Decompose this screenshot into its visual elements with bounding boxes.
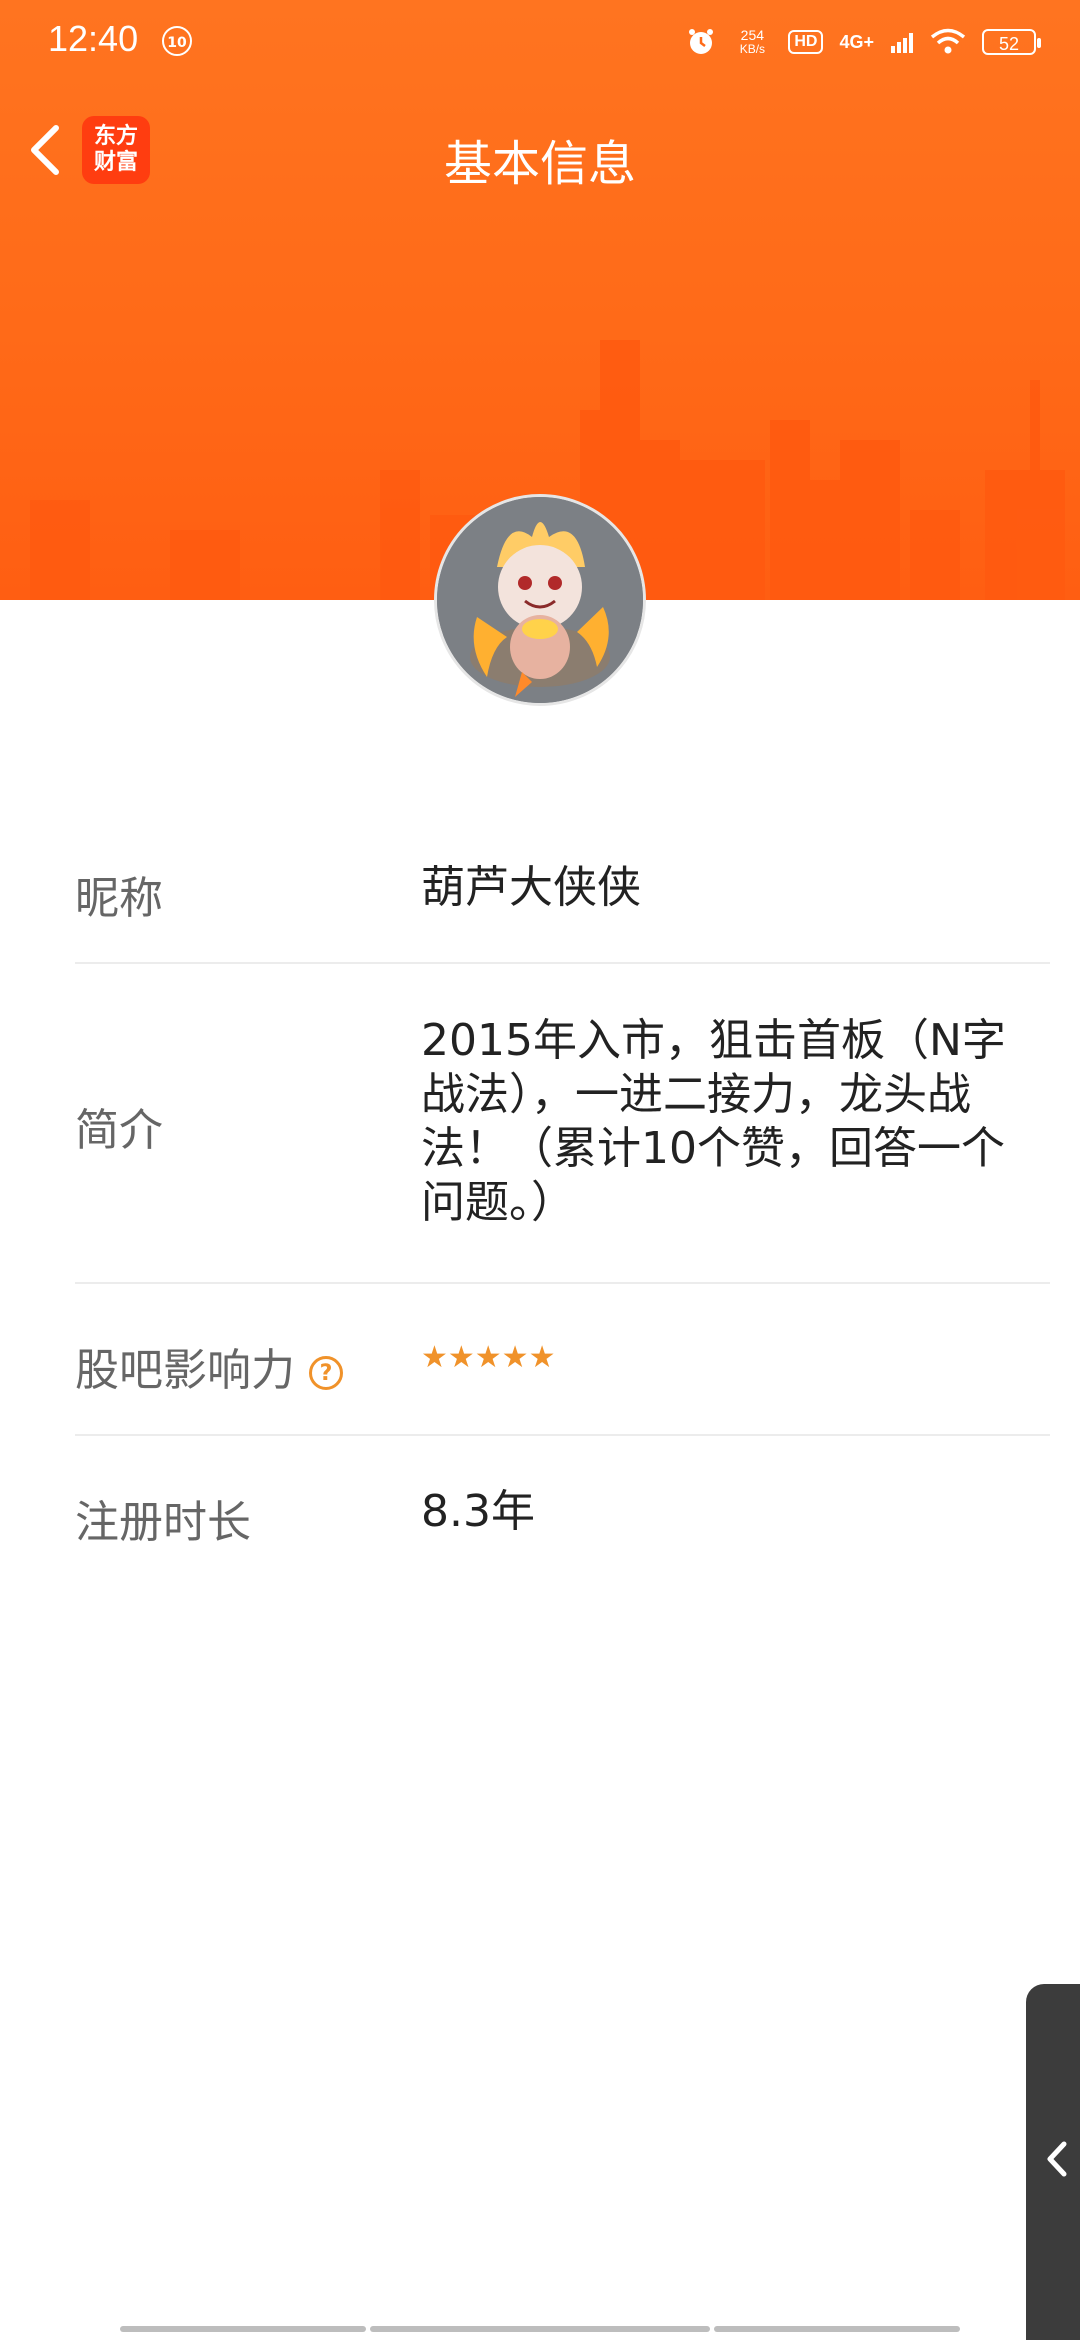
info-row-nickname: 昵称 葫芦大侠侠 bbox=[75, 820, 1050, 964]
chevron-left-icon bbox=[1047, 2141, 1067, 2177]
hd-badge: HD bbox=[788, 30, 824, 54]
gesture-bar-right bbox=[714, 2326, 960, 2332]
signal-bars-icon bbox=[891, 33, 913, 53]
network-speed: 254 KB/s bbox=[732, 28, 772, 56]
network-speed-value: 254 bbox=[740, 27, 765, 43]
help-question-icon[interactable]: ? bbox=[309, 1356, 343, 1390]
influence-label-wrap: 股吧影响力? bbox=[75, 1334, 343, 1398]
avatar[interactable] bbox=[434, 494, 646, 706]
nickname-value: 葫芦大侠侠 bbox=[421, 862, 641, 913]
nav-bar: 东方 财富 基本信息 bbox=[0, 110, 1080, 192]
avatar-image bbox=[437, 497, 643, 703]
network-speed-unit: KB/s bbox=[739, 42, 766, 56]
battery-indicator: 52 bbox=[982, 29, 1041, 55]
influence-label: 股吧影响力 bbox=[75, 1345, 295, 1396]
nickname-label: 昵称 bbox=[75, 873, 163, 924]
side-drawer-handle[interactable] bbox=[1026, 1984, 1080, 2340]
wifi-icon bbox=[930, 28, 966, 54]
info-row-influence: 股吧影响力? ★★★★★ bbox=[75, 1284, 1050, 1436]
alarm-clock-icon bbox=[689, 29, 714, 54]
bio-value: 2015年入市，狙击首板（N字战法），一进二接力，龙头战法！（累计10个赞，回答… bbox=[421, 1015, 1006, 1228]
network-type: 4G+ bbox=[839, 31, 874, 52]
influence-star-rating: ★★★★★ bbox=[421, 1340, 556, 1375]
gesture-bar-left bbox=[120, 2326, 366, 2332]
status-icons: 254 KB/s HD 4G+ 52 bbox=[686, 22, 1041, 62]
page-title: 基本信息 bbox=[443, 136, 636, 192]
info-row-registration: 注册时长 8.3年 bbox=[75, 1436, 1050, 1586]
info-row-bio: 简介 2015年入市，狙击首板（N字战法），一进二接力，龙头战法！（累计10个赞… bbox=[75, 964, 1050, 1284]
registration-label: 注册时长 bbox=[75, 1497, 251, 1548]
status-time: 12:40 bbox=[48, 18, 139, 59]
gesture-bar-center bbox=[370, 2326, 710, 2332]
status-bar: 12:40 10 254 KB/s HD 4G+ 52 bbox=[0, 0, 1080, 84]
notification-count-badge: 10 bbox=[162, 26, 192, 56]
registration-value: 8.3年 bbox=[421, 1486, 535, 1537]
bio-label: 简介 bbox=[75, 1105, 163, 1156]
